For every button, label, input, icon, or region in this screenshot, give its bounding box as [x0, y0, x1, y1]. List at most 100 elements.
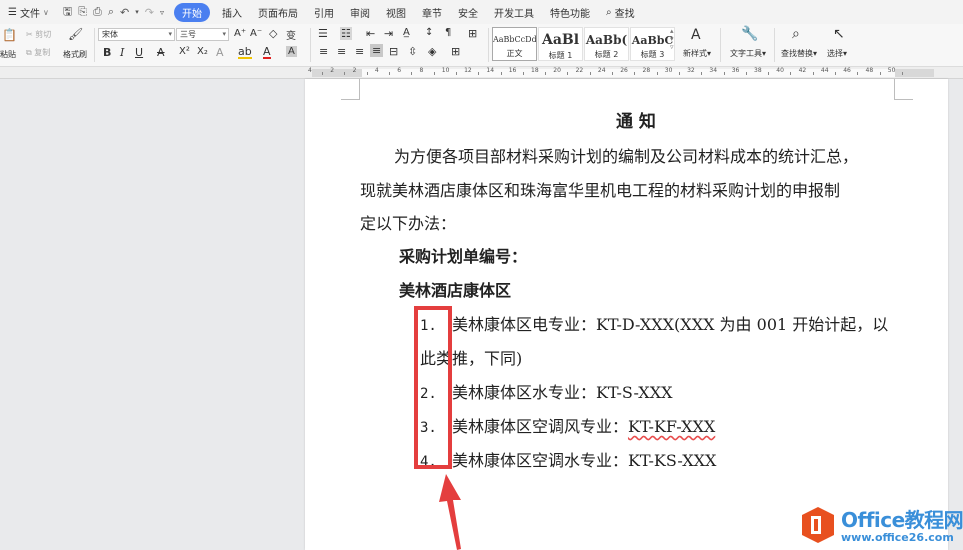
tab-special-features[interactable]: 特色功能	[542, 0, 598, 24]
paragraph-line: 为方便各项目部材料采购计划的编制及公司材料成本的统计汇总，	[394, 147, 859, 166]
ruler-tick	[879, 72, 881, 75]
styles-scroll-icon[interactable]: ▴ ▾ ▿	[670, 27, 674, 51]
cut-button[interactable]: ✂ 剪切	[26, 29, 51, 40]
highlight-button[interactable]: ab	[238, 46, 252, 59]
spell-error-text[interactable]: KT-KF-XXX	[628, 417, 715, 436]
select-button[interactable]: 选择▾	[827, 48, 847, 59]
ruler-number: 32	[687, 67, 695, 74]
style-heading-2[interactable]: AaBb( 标题 2	[584, 27, 629, 61]
new-style-button[interactable]: 新样式▾	[683, 48, 711, 59]
underline-button[interactable]: U	[135, 46, 143, 59]
ruler-number: 28	[642, 67, 651, 74]
align-center-icon[interactable]: ≡	[337, 45, 346, 58]
horizontal-ruler[interactable]: 4 2 2 4 6 8 10 12 14 16 18 20 22 24 26 28 30 32 34 36 38 40 42…	[0, 67, 963, 79]
superscript-button[interactable]: X²	[179, 46, 190, 57]
document-page[interactable]: 通 知 为方便各项目部材料采购计划的编制及公司材料成本的统计汇总， 现就美林酒店…	[305, 79, 948, 550]
menu-bar: ☰ 文件 ∨ 🖫 ⎘ ⎙ ⌕ ↶ ▾ ↷ ▿ 开始 插入 页面布局 引用 审阅 …	[0, 0, 963, 24]
print-preview-icon[interactable]: ⌕	[108, 5, 114, 19]
font-color-button[interactable]: A	[263, 46, 271, 59]
watermark-url: www.office26.com	[841, 531, 954, 544]
ruler-tick	[522, 72, 524, 75]
style-normal[interactable]: AaBbCcDd 正文	[492, 27, 537, 61]
paste-button[interactable]: 粘贴	[0, 49, 16, 60]
clear-format-icon[interactable]: ◇	[269, 27, 277, 40]
divider	[720, 28, 721, 62]
increase-indent-icon[interactable]: ⇥	[384, 27, 393, 40]
italic-button[interactable]: I	[120, 46, 124, 59]
file-menu[interactable]: ☰ 文件 ∨	[0, 0, 57, 24]
show-marks-icon[interactable]: ¶	[445, 27, 451, 38]
line-spacing-icon[interactable]: ⇳	[408, 45, 417, 58]
ruler-tick	[322, 72, 324, 75]
bold-button[interactable]: B	[103, 46, 111, 59]
tab-developer[interactable]: 开发工具	[486, 0, 542, 24]
ruler-tick	[455, 72, 457, 75]
ruler-tick	[790, 72, 792, 75]
magnifier-icon[interactable]: ⌕	[792, 26, 800, 42]
font-name-select[interactable]: 宋体 ▾	[98, 28, 175, 41]
font-size-select[interactable]: 三号 ▾	[176, 28, 229, 41]
tab-view[interactable]: 视图	[378, 0, 414, 24]
tab-references[interactable]: 引用	[306, 0, 342, 24]
cursor-icon[interactable]: ↖	[833, 26, 845, 42]
customize-icon[interactable]: ▿	[160, 8, 164, 17]
select-label: 选择	[827, 49, 843, 58]
shrink-font-icon[interactable]: A⁻	[250, 28, 262, 39]
ruler-tick	[433, 72, 435, 75]
wrench-icon[interactable]: 🔧	[741, 26, 758, 42]
phonetic-icon[interactable]: 变	[286, 27, 296, 42]
numbered-list-icon[interactable]: ☷	[340, 27, 352, 40]
distributed-icon[interactable]: ⊟	[389, 45, 398, 58]
list-item: 4. 美林康体区空调水专业：KT-KS-XXX	[420, 447, 716, 471]
grow-font-icon[interactable]: A⁺	[234, 28, 246, 39]
style-heading-3[interactable]: AaBbC 标题 3	[630, 27, 675, 61]
sort-icon[interactable]: ↕	[425, 27, 433, 38]
file-menu-label: 文件	[19, 8, 40, 20]
subscript-button[interactable]: X₂	[197, 46, 208, 57]
tab-chapter[interactable]: 章节	[414, 0, 450, 24]
export-icon[interactable]: ⎘	[78, 5, 87, 19]
tab-insert[interactable]: 插入	[214, 0, 250, 24]
decrease-indent-icon[interactable]: ⇤	[366, 27, 375, 40]
undo-dropdown-icon[interactable]: ▾	[135, 8, 139, 16]
ruler-tick	[835, 72, 837, 75]
char-shading-button[interactable]: A	[286, 46, 297, 57]
ruler-tick	[812, 72, 814, 75]
tab-review[interactable]: 审阅	[342, 0, 378, 24]
ruler-number: 22	[575, 67, 584, 74]
save-icon[interactable]: 🖫	[63, 3, 72, 22]
copy-button[interactable]: ⧉ 复制	[26, 47, 50, 58]
find-replace-button[interactable]: 查找替换▾	[781, 48, 817, 59]
format-painter-button[interactable]: 格式刷	[63, 49, 87, 60]
format-painter-icon[interactable]: 🖌	[68, 27, 83, 41]
print-icon[interactable]: ⎙	[93, 5, 102, 19]
style-heading-1[interactable]: AaBl 标题 1	[538, 27, 583, 61]
table-icon[interactable]: ⊞	[468, 27, 477, 40]
tab-security[interactable]: 安全	[450, 0, 486, 24]
align-right-icon[interactable]: ≡	[355, 45, 364, 58]
text-tools-button[interactable]: 文字工具▾	[730, 48, 766, 59]
borders-icon[interactable]: ⊞	[451, 45, 460, 58]
justify-icon[interactable]: ≡	[370, 44, 384, 57]
ruler-tick	[656, 72, 658, 75]
shading-icon[interactable]: ◈	[428, 45, 436, 58]
chinese-layout-icon[interactable]: A̲	[403, 27, 410, 38]
tab-home[interactable]: 开始	[173, 2, 210, 22]
ruler-number: 20	[553, 67, 561, 74]
list-item: 3. 美林康体区空调风专业：KT-KF-XXX	[420, 413, 715, 437]
search-button[interactable]: ⌕ 查找	[598, 0, 643, 24]
chevron-down-icon: ▾	[222, 30, 226, 38]
strikethrough-button[interactable]: A	[157, 46, 165, 59]
bullet-list-icon[interactable]: ☰	[318, 27, 328, 40]
new-style-icon[interactable]: A	[691, 27, 701, 43]
text-effect-button[interactable]: A	[216, 46, 224, 59]
redo-icon[interactable]: ↷	[145, 6, 154, 19]
tab-page-layout[interactable]: 页面布局	[250, 0, 306, 24]
list-text: 美林康体区水专业：KT-S-XXX	[451, 383, 673, 402]
ruler-number: 30	[664, 67, 673, 74]
paragraph-line: 现就美林酒店康体区和珠海富华里机电工程的材料采购计划的申报制	[360, 181, 841, 200]
align-left-icon[interactable]: ≡	[319, 45, 328, 58]
paste-icon[interactable]: 📋	[2, 28, 17, 42]
undo-icon[interactable]: ↶	[120, 6, 129, 19]
annotation-arrow-icon	[439, 474, 461, 550]
